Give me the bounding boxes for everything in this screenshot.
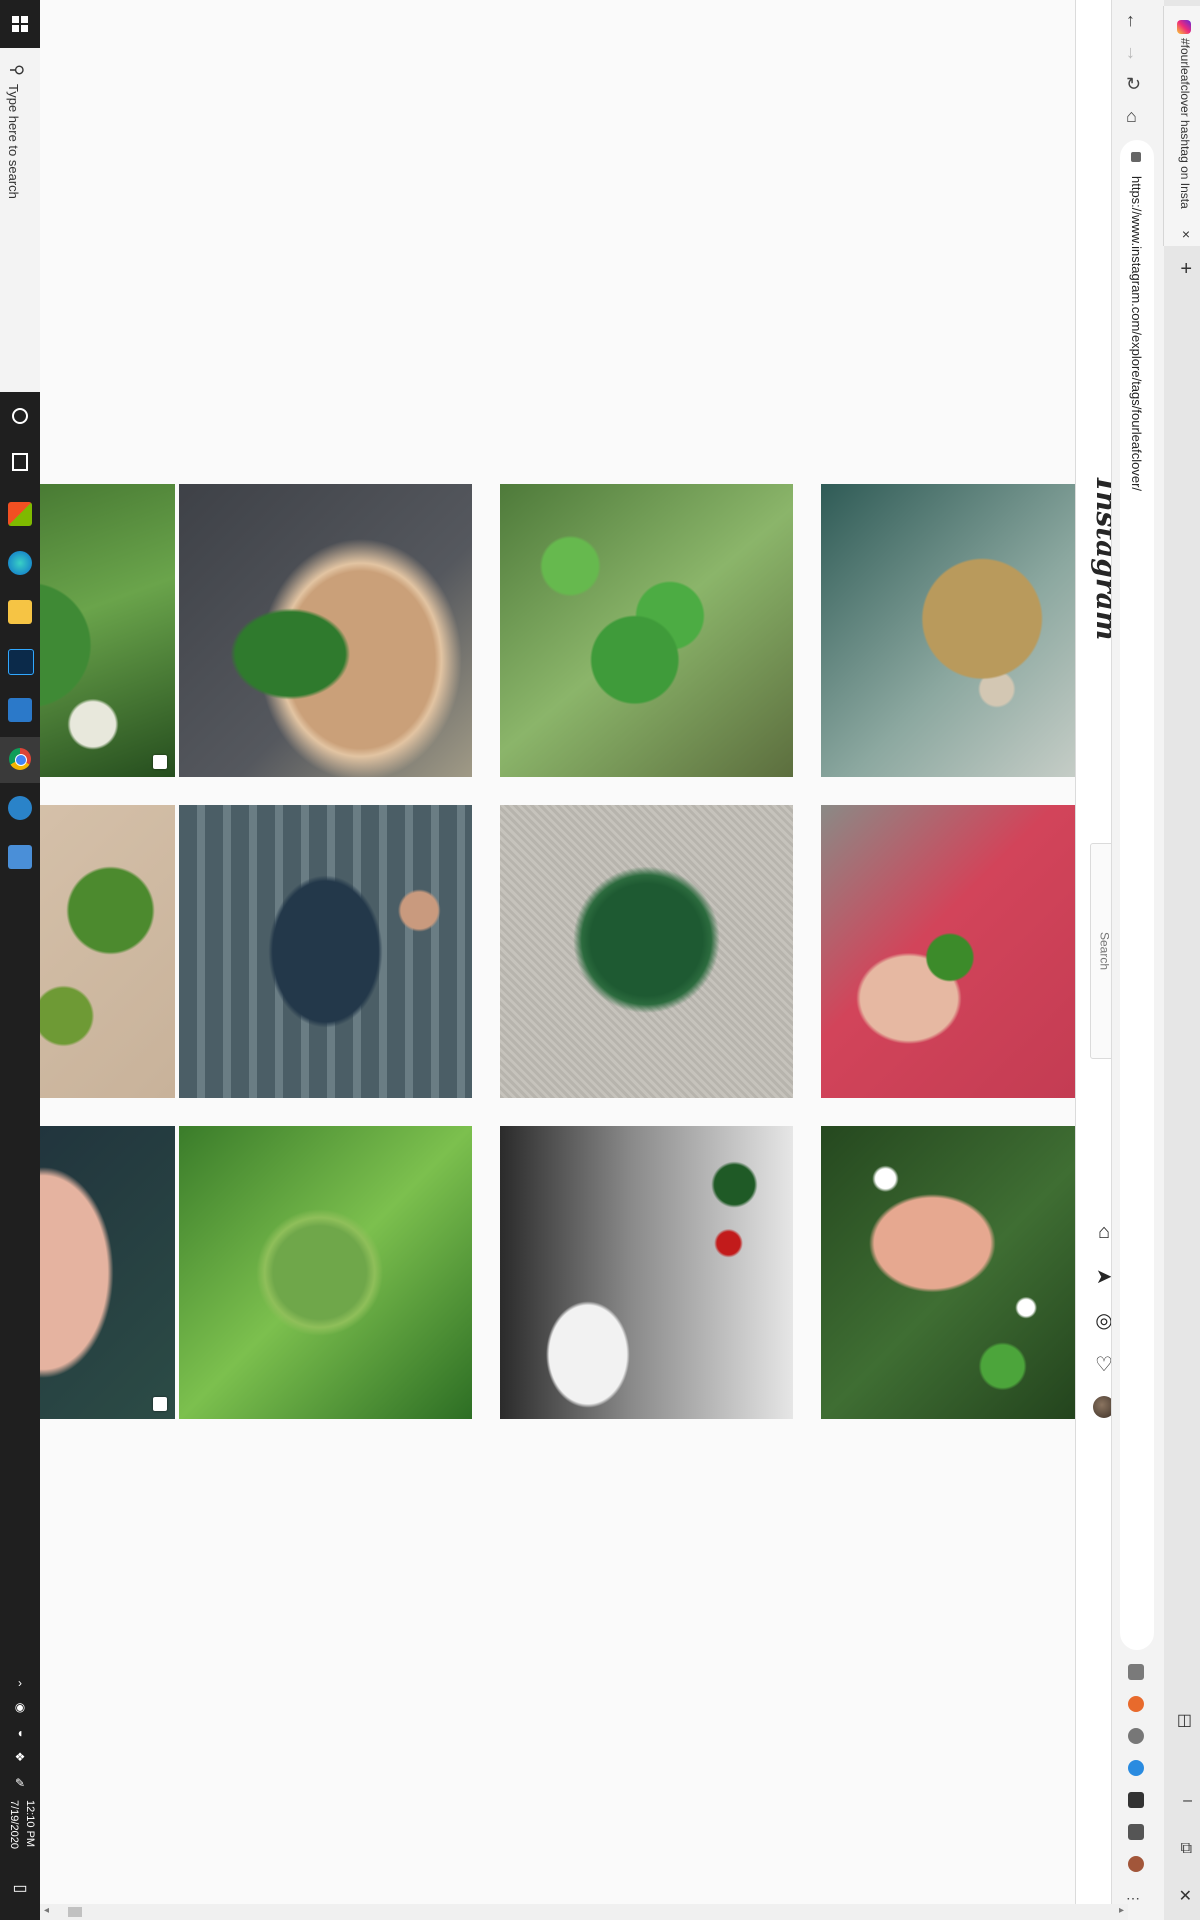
profile-icon[interactable] bbox=[1128, 1856, 1144, 1872]
post-tile[interactable] bbox=[179, 484, 472, 777]
windows-logo-icon bbox=[12, 16, 28, 32]
screen: ⚲ Type here to search › ◉ ◖ ❖ ✎ 12:10 PM… bbox=[0, 0, 1200, 1920]
post-tile[interactable] bbox=[500, 1126, 793, 1419]
clock-date: 7/19/2020 bbox=[8, 1800, 20, 1849]
post-tile[interactable] bbox=[821, 1126, 1075, 1419]
post-tile[interactable] bbox=[500, 484, 793, 777]
post-tile[interactable] bbox=[500, 805, 793, 1098]
windows-taskbar: ⚲ Type here to search › ◉ ◖ ❖ ✎ 12:10 PM… bbox=[0, 0, 41, 1920]
scrollbar-thumb[interactable] bbox=[68, 1907, 82, 1917]
post-tile[interactable] bbox=[179, 805, 472, 1098]
scroll-left-icon[interactable]: ◂ bbox=[44, 1905, 49, 1916]
file-explorer-icon[interactable] bbox=[8, 600, 32, 624]
start-button[interactable] bbox=[0, 2, 40, 46]
taskbar-clock[interactable]: 12:10 PM 7/19/2020 bbox=[2, 1800, 38, 1880]
multiple-posts-icon bbox=[153, 1397, 167, 1411]
page-viewport bbox=[40, 0, 1075, 1904]
multiple-posts-icon bbox=[153, 755, 167, 769]
calculator-app-icon[interactable] bbox=[8, 845, 32, 869]
horizontal-scrollbar[interactable]: ◂ ▸ bbox=[40, 1904, 1128, 1920]
browser-toolbar: ↑ ↓ ↻ ⌂ https://www.instagram.com/explor… bbox=[1111, 0, 1164, 1920]
home-button-icon[interactable]: ⌂ bbox=[1126, 106, 1137, 127]
extension-g-icon[interactable] bbox=[1128, 1664, 1144, 1680]
post-tile[interactable] bbox=[821, 484, 1075, 777]
dropbox-icon[interactable]: ❖ bbox=[0, 1750, 40, 1764]
extension-dark-icon[interactable] bbox=[1128, 1792, 1144, 1808]
volume-icon[interactable]: ◖ bbox=[0, 1726, 40, 1740]
close-window-button[interactable]: ✕ bbox=[1179, 1886, 1192, 1906]
chrome-icon-center bbox=[15, 754, 27, 766]
chrome-taskbar-button[interactable] bbox=[0, 737, 40, 783]
photoshop-app-icon[interactable] bbox=[8, 649, 34, 675]
tab-title: #fourleafclover hashtag on Insta bbox=[1178, 38, 1192, 209]
post-tile[interactable] bbox=[179, 1126, 472, 1419]
edge-app-icon[interactable] bbox=[8, 551, 32, 575]
post-tile[interactable] bbox=[40, 805, 175, 1098]
menu-icon[interactable]: ⋯ bbox=[1126, 1890, 1140, 1907]
forward-icon[interactable]: ↓ bbox=[1126, 42, 1135, 63]
clock-time: 12:10 PM bbox=[24, 1800, 36, 1848]
settings-app-icon[interactable] bbox=[8, 796, 32, 820]
search-icon: ⚲ bbox=[7, 64, 25, 76]
extension-gray-icon[interactable] bbox=[1128, 1728, 1144, 1744]
tab-strip: #fourleafclover hashtag on Insta × + ◫ –… bbox=[1163, 0, 1200, 1920]
show-hidden-icons-button[interactable]: › bbox=[0, 1676, 40, 1690]
pen-icon[interactable]: ✎ bbox=[0, 1776, 40, 1790]
task-view-button[interactable] bbox=[0, 440, 40, 484]
back-icon[interactable]: ↑ bbox=[1126, 10, 1135, 31]
post-tile[interactable] bbox=[40, 484, 175, 777]
word-app-icon[interactable] bbox=[8, 698, 32, 722]
tab-instagram[interactable]: #fourleafclover hashtag on Insta × bbox=[1163, 6, 1200, 246]
extensions-puzzle-icon[interactable] bbox=[1128, 1824, 1144, 1840]
taskbar-search-placeholder: Type here to search bbox=[6, 84, 21, 199]
new-tab-button[interactable]: + bbox=[1180, 258, 1192, 281]
post-tile[interactable] bbox=[821, 805, 1075, 1098]
tab-close-icon[interactable]: × bbox=[1182, 226, 1190, 242]
cortana-button[interactable] bbox=[0, 394, 40, 438]
minimize-button[interactable]: – bbox=[1183, 1792, 1192, 1810]
extension-orange-icon[interactable] bbox=[1128, 1696, 1144, 1712]
restore-button[interactable]: ⧉ bbox=[1181, 1840, 1192, 1858]
reload-icon[interactable]: ↻ bbox=[1126, 74, 1141, 95]
extension-blue-icon[interactable] bbox=[1128, 1760, 1144, 1776]
cortana-circle-icon bbox=[12, 408, 28, 424]
network-icon[interactable]: ◉ bbox=[0, 1700, 40, 1714]
post-tile[interactable] bbox=[40, 1126, 175, 1419]
scroll-right-icon[interactable]: ▸ bbox=[1119, 1905, 1124, 1916]
task-view-icon bbox=[12, 453, 28, 471]
tab-search-icon[interactable]: ◫ bbox=[1177, 1710, 1192, 1730]
lock-icon bbox=[1131, 152, 1141, 162]
instagram-favicon-icon bbox=[1177, 20, 1191, 34]
notifications-icon[interactable]: ▭ bbox=[0, 1878, 40, 1898]
url-text: https://www.instagram.com/explore/tags/f… bbox=[1129, 176, 1144, 492]
store-app-icon[interactable] bbox=[8, 502, 32, 526]
taskbar-search-box[interactable]: ⚲ Type here to search bbox=[0, 48, 41, 392]
address-bar[interactable]: https://www.instagram.com/explore/tags/f… bbox=[1120, 140, 1154, 1650]
